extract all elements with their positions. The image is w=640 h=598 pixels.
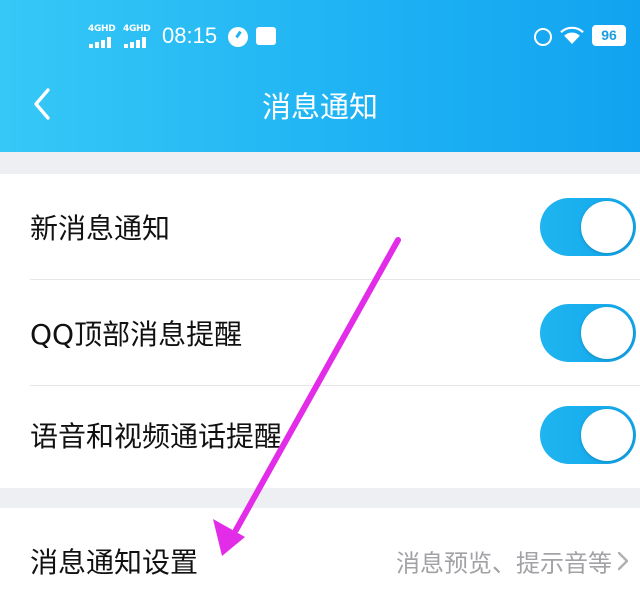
toggle-knob: [581, 409, 633, 461]
setting-row-new-message-notification[interactable]: 新消息通知: [0, 174, 640, 280]
status-bar: 4GHD 4GHD 08:15 96: [0, 18, 640, 58]
status-time: 08:15: [162, 23, 218, 48]
notification-toggles-group: 新消息通知 QQ顶部消息提醒 语音和视频通话提醒: [0, 174, 640, 488]
header-bar: 4GHD 4GHD 08:15 96 消息通知: [0, 0, 640, 152]
notification-app-icon: [228, 27, 248, 47]
setting-row-message-notification-settings[interactable]: 消息通知设置 消息预览、提示音等: [0, 508, 640, 598]
alarm-icon: [534, 28, 552, 46]
setting-label: QQ顶部消息提醒: [30, 318, 243, 351]
page-title: 消息通知: [261, 90, 378, 124]
setting-label: 消息通知设置: [30, 546, 199, 579]
notification-app-icon: [256, 27, 276, 45]
setting-label: 语音和视频通话提醒: [30, 420, 283, 453]
chevron-right-icon: [617, 551, 629, 571]
qq-top-message-alert-toggle[interactable]: [540, 304, 636, 362]
signal-icon: 4GHD: [123, 24, 151, 50]
setting-label: 新消息通知: [30, 212, 171, 245]
setting-row-qq-top-message-alert[interactable]: QQ顶部消息提醒: [0, 280, 640, 386]
setting-row-voice-video-call-alert[interactable]: 语音和视频通话提醒: [0, 382, 640, 488]
setting-value: 消息预览、提示音等: [396, 549, 612, 578]
toggle-knob: [581, 307, 633, 359]
new-message-notification-toggle[interactable]: [540, 198, 636, 256]
network-type-label: 4GHD: [123, 24, 151, 34]
wifi-icon: [560, 26, 584, 44]
toggle-knob: [581, 201, 633, 253]
network-type-label: 4GHD: [88, 24, 116, 34]
voice-video-call-alert-toggle[interactable]: [540, 406, 636, 464]
battery-icon: 96: [592, 25, 626, 46]
notification-settings-group: 消息通知设置 消息预览、提示音等: [0, 508, 640, 598]
signal-icon: 4GHD: [88, 24, 116, 50]
